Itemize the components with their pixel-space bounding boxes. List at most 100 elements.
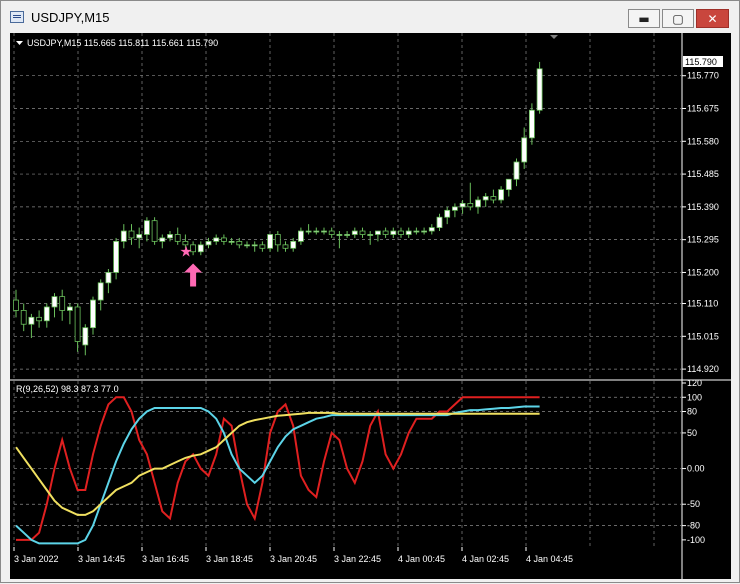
time-tick-label: 3 Jan 18:45 (206, 554, 253, 564)
candle-body (213, 237, 220, 242)
candle-body (367, 234, 374, 236)
candle-body (490, 196, 497, 201)
price-tick-label: 115.200 (687, 267, 719, 277)
ind-tick-label: 100 (687, 392, 702, 402)
price-tick-label: 115.770 (687, 71, 719, 81)
indicator-header: R(9,26,52) 98.3 87.3 77.0 (16, 384, 119, 394)
price-scale: 115.770 115.675 115.580 115.485 115.390 115.2… (682, 71, 719, 374)
candle-body (321, 230, 327, 233)
candle-body (451, 206, 458, 211)
chart-window: USDJPY,M15 ▬ ▢ ✕ 115.770 115.675 115.580 11… (0, 0, 740, 583)
candle-body (28, 316, 35, 325)
candle-body (498, 189, 505, 201)
candle-body (344, 234, 351, 236)
candle-body (167, 234, 173, 239)
candle-body (251, 244, 258, 247)
signal-star-icon: ★ (179, 244, 192, 261)
chart-area[interactable]: 115.770 115.675 115.580 115.485 115.390 115.2… (10, 33, 731, 579)
candle-body (313, 230, 320, 233)
candle-body (536, 68, 543, 111)
current-price-label: 115.790 (683, 56, 723, 67)
candle-body (390, 230, 397, 235)
candle-body (51, 296, 58, 308)
time-scale: 3 Jan 2022 3 Jan 14:45 3 Jan 16:45 3 Jan 18… (13, 547, 573, 564)
candle-body (290, 240, 297, 249)
price-tick-label: 114.920 (687, 364, 719, 374)
candle-body (398, 230, 404, 235)
candle-body (374, 230, 381, 235)
ind-tick-label: 120 (687, 378, 702, 388)
price-tick-label: 115.675 (687, 104, 719, 114)
candle-body (267, 234, 274, 249)
ind-tick-label: 80 (687, 407, 697, 417)
ind-tick-label: -100 (687, 535, 705, 545)
ind-tick-label: 50 (687, 428, 697, 438)
candle-body (297, 230, 304, 242)
ind-tick-label: -80 (687, 521, 700, 531)
chart-menu-triangle-icon[interactable] (16, 41, 23, 45)
maximize-button[interactable]: ▢ (662, 9, 694, 28)
indicator-lines (15, 396, 540, 545)
candle-body (328, 230, 335, 235)
time-tick-label: 3 Jan 16:45 (142, 554, 189, 564)
candle-body (505, 178, 512, 191)
candle-body (529, 109, 535, 139)
chart-canvas[interactable]: 115.770 115.675 115.580 115.485 115.390 115.2… (10, 33, 731, 579)
candle-body (274, 234, 281, 246)
candle-body (120, 230, 127, 242)
price-tick-label: 115.015 (687, 331, 719, 341)
candle-body (482, 196, 489, 201)
candle-body (305, 230, 312, 233)
candle-body (97, 282, 104, 301)
ind-tick-label: -50 (687, 499, 700, 509)
candle-body (444, 209, 451, 218)
candle-body (151, 220, 158, 242)
candle-body (421, 230, 428, 233)
candle-body (67, 306, 73, 311)
indicator-scale: 120 100 80 50 0.00 -50 -80 -100 (682, 378, 705, 545)
candle-body (205, 240, 212, 246)
price-header: USDJPY,M15 115.665 115.811 115.661 115.7… (27, 38, 218, 48)
time-tick-label: 3 Jan 20:45 (270, 554, 317, 564)
candle-body (475, 199, 481, 208)
candle-body (259, 244, 266, 249)
time-tick-label: 4 Jan 00:45 (398, 554, 445, 564)
candle-body (351, 230, 358, 235)
time-tick-label: 3 Jan 2022 (14, 554, 59, 564)
candle-body (174, 234, 181, 242)
candle-body (436, 216, 443, 228)
time-tick-label: 3 Jan 14:45 (78, 554, 125, 564)
candle-body (405, 230, 412, 235)
candle-body (74, 306, 81, 342)
price-tick-label: 115.485 (687, 169, 719, 179)
chart-app-icon (10, 11, 24, 23)
candle-body (105, 272, 112, 284)
price-tick-label: 115.295 (687, 235, 719, 245)
price-tick-label: 115.110 (687, 299, 718, 309)
candle-body (382, 230, 389, 235)
candle-body (220, 237, 227, 242)
candle-body (428, 227, 435, 232)
candle-body (244, 244, 250, 247)
candle-body (82, 327, 89, 346)
time-tick-label: 4 Jan 02:45 (462, 554, 509, 564)
chart-shift-marker-icon[interactable] (550, 35, 558, 39)
candle-body (143, 220, 150, 235)
candle-body (59, 296, 66, 311)
candle-body (228, 240, 235, 243)
candle-body (159, 237, 166, 242)
candle-body (521, 137, 528, 163)
candle-body (136, 234, 143, 239)
minimize-button[interactable]: ▬ (628, 9, 660, 28)
candle-body (128, 230, 135, 239)
candle-body (20, 310, 27, 325)
indicator-line-3 (15, 411, 540, 516)
title-bar[interactable]: USDJPY,M15 ▬ ▢ ✕ (1, 1, 739, 33)
candle-body (13, 299, 19, 311)
candle-body (90, 299, 96, 329)
close-button[interactable]: ✕ (696, 9, 729, 28)
candle-body (513, 161, 520, 180)
candle-body (359, 230, 366, 235)
ind-tick-label: 0.00 (687, 464, 705, 474)
candle-body (413, 230, 420, 233)
